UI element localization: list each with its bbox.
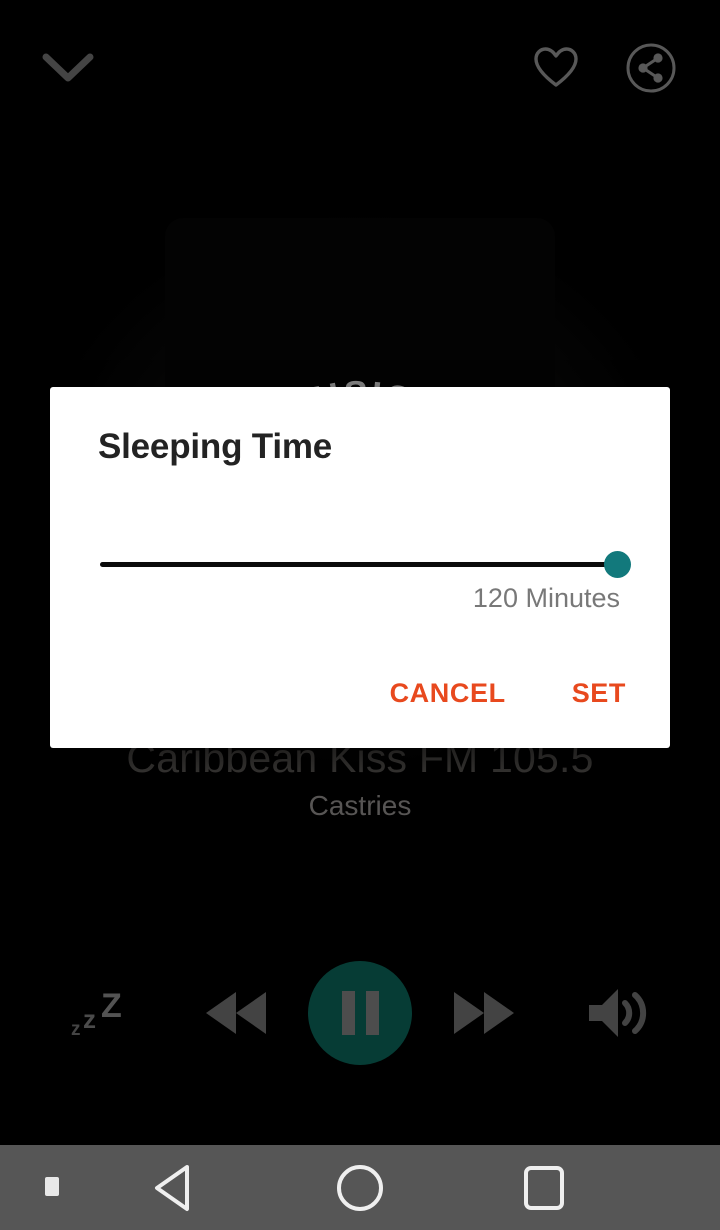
menu-dot-icon[interactable]: [45, 1177, 59, 1196]
cancel-button[interactable]: CANCEL: [382, 672, 514, 715]
sleeping-time-dialog: Sleeping Time 120 Minutes CANCEL SET: [50, 387, 670, 748]
slider-track: [100, 562, 618, 567]
recents-square-icon: [524, 1165, 564, 1210]
nav-recents-button[interactable]: [498, 1145, 590, 1230]
dialog-actions: CANCEL SET: [382, 672, 634, 715]
home-circle-icon: [337, 1164, 383, 1211]
slider-thumb[interactable]: [604, 551, 631, 578]
set-button[interactable]: SET: [564, 672, 634, 715]
sleep-duration-slider[interactable]: [98, 547, 631, 581]
nav-home-button[interactable]: [314, 1145, 406, 1230]
back-triangle-icon: [155, 1164, 189, 1211]
dialog-title: Sleeping Time: [98, 427, 333, 466]
nav-back-button[interactable]: [130, 1145, 222, 1230]
phone-screen: GREAT MUSIC · GRE 105.5FM Caribbean Kiss…: [0, 0, 720, 1230]
slider-value-label: 120 Minutes: [472, 583, 620, 613]
